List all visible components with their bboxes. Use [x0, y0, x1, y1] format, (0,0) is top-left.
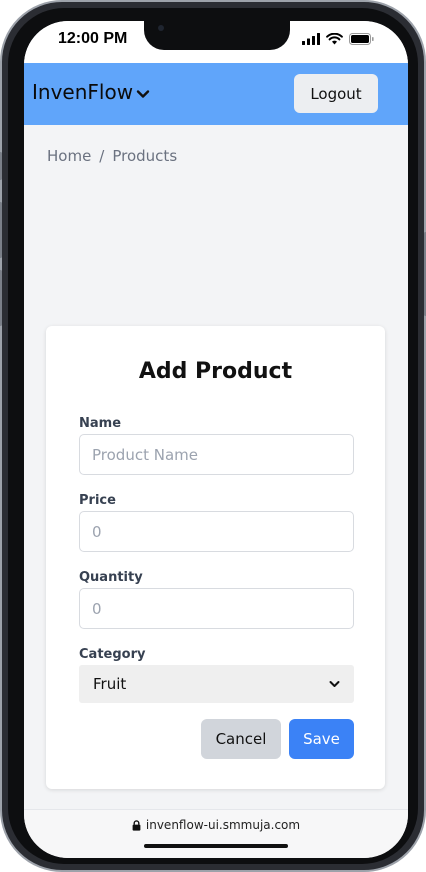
breadcrumb-products: Products — [112, 147, 178, 165]
camera-icon — [158, 25, 164, 31]
category-selected-value: Fruit — [93, 675, 127, 693]
status-icons — [302, 33, 374, 45]
signal-icon — [302, 33, 320, 45]
url-text: invenflow-ui.smmuja.com — [145, 818, 301, 832]
name-label: Name — [79, 416, 122, 431]
chevron-down-icon — [329, 681, 340, 687]
breadcrumb-separator: / — [99, 147, 105, 165]
quantity-input[interactable] — [79, 588, 354, 629]
mute-switch — [0, 152, 2, 180]
save-button[interactable]: Save — [289, 719, 354, 759]
brand-name[interactable]: InvenFlow — [32, 80, 133, 104]
breadcrumb: Home / Products — [47, 147, 177, 165]
address-bar: invenflow-ui.smmuja.com — [24, 809, 408, 858]
screen: 12:00 PM InvenFlow Logout Home / Product… — [24, 21, 408, 858]
cancel-button[interactable]: Cancel — [201, 719, 281, 759]
volume-up-button — [0, 202, 2, 258]
breadcrumb-home[interactable]: Home — [47, 147, 91, 165]
category-label: Category — [79, 647, 146, 662]
quantity-label: Quantity — [79, 570, 143, 585]
status-time: 12:00 PM — [58, 30, 128, 47]
status-bar: 12:00 PM — [24, 21, 408, 63]
category-select[interactable]: Fruit — [79, 665, 354, 703]
url-display[interactable]: invenflow-ui.smmuja.com — [24, 818, 408, 832]
battery-icon — [349, 33, 374, 45]
form-title: Add Product — [138, 359, 293, 384]
lock-icon — [132, 819, 141, 831]
phone-frame: 12:00 PM InvenFlow Logout Home / Product… — [0, 0, 426, 872]
logout-button[interactable]: Logout — [294, 74, 378, 113]
price-input[interactable] — [79, 511, 354, 552]
add-product-card: Add Product Name Price Quantity Category… — [46, 326, 385, 789]
notch — [144, 21, 290, 50]
volume-down-button — [0, 270, 2, 326]
name-input[interactable] — [79, 434, 354, 475]
wifi-icon — [326, 33, 343, 45]
chevron-down-icon[interactable] — [136, 89, 150, 99]
app-header: InvenFlow Logout — [24, 63, 408, 125]
price-label: Price — [79, 493, 116, 508]
home-indicator[interactable] — [144, 844, 288, 848]
